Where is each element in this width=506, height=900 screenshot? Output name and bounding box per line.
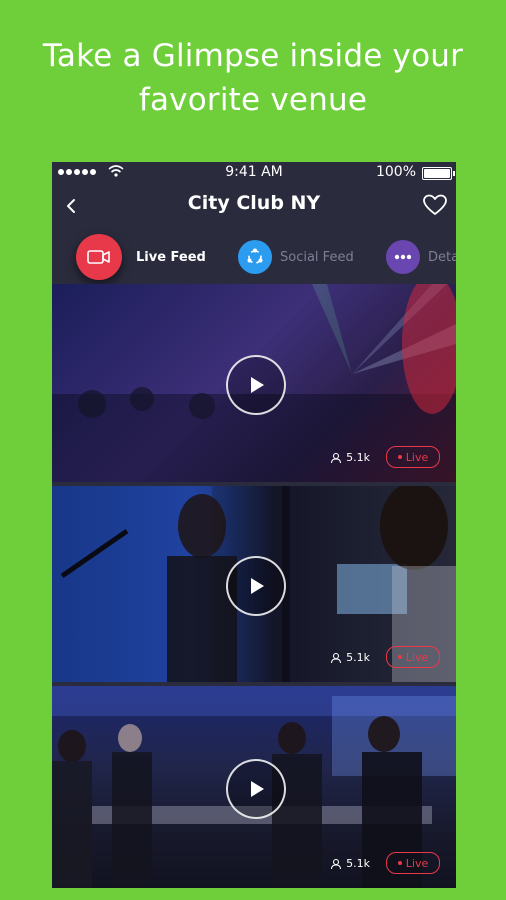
user-icon <box>331 652 342 663</box>
viewer-count: 5.1k <box>330 857 370 870</box>
tab-social-feed-label: Social Feed <box>280 249 354 265</box>
play-button[interactable] <box>226 759 286 819</box>
share-icon <box>238 240 272 274</box>
viewer-count-text: 5.1k <box>346 451 370 464</box>
live-badge-text: Live <box>405 450 429 464</box>
page-title: City Club NY <box>187 192 321 214</box>
tab-live-feed[interactable]: Live Feed <box>76 232 206 282</box>
play-icon <box>251 377 264 393</box>
live-badge-text: Live <box>405 650 429 664</box>
video-card[interactable]: 5.1k Live <box>52 486 456 682</box>
promo-headline-line2: favorite venue <box>138 82 368 118</box>
play-icon <box>251 578 264 594</box>
video-camera-icon <box>76 234 122 280</box>
user-icon <box>331 452 342 463</box>
promo-headline: Take a Glimpse inside your favorite venu… <box>0 34 506 122</box>
live-badge: Live <box>386 852 440 874</box>
promo-headline-line1: Take a Glimpse inside your <box>42 38 464 74</box>
tab-social-feed[interactable]: Social Feed <box>238 232 354 282</box>
viewer-count-text: 5.1k <box>346 857 370 870</box>
battery-percent: 100% <box>375 164 416 180</box>
phone-screen: 9:41 AM 100% City Club NY Live Feed Soci… <box>52 162 456 888</box>
play-button[interactable] <box>226 556 286 616</box>
tab-details[interactable]: Deta <box>386 232 456 282</box>
favorite-heart-icon[interactable] <box>422 192 448 218</box>
more-dots-icon <box>386 240 420 274</box>
live-badge-text: Live <box>405 856 429 870</box>
viewer-count: 5.1k <box>330 451 370 464</box>
video-card[interactable]: 5.1k Live <box>52 284 456 482</box>
viewer-count: 5.1k <box>330 651 370 664</box>
battery-icon <box>422 167 455 180</box>
live-badge: Live <box>386 646 440 668</box>
viewer-count-text: 5.1k <box>346 651 370 664</box>
tab-bar: Live Feed Social Feed Deta <box>52 232 456 282</box>
tab-live-feed-label: Live Feed <box>136 249 206 265</box>
play-button[interactable] <box>226 355 286 415</box>
play-icon <box>251 781 264 797</box>
nav-bar: City Club NY <box>52 186 456 226</box>
live-badge: Live <box>386 446 440 468</box>
video-card[interactable]: 5.1k Live <box>52 686 456 888</box>
user-icon <box>331 858 342 869</box>
tab-details-label: Deta <box>428 249 456 265</box>
status-bar: 9:41 AM 100% <box>52 162 456 184</box>
